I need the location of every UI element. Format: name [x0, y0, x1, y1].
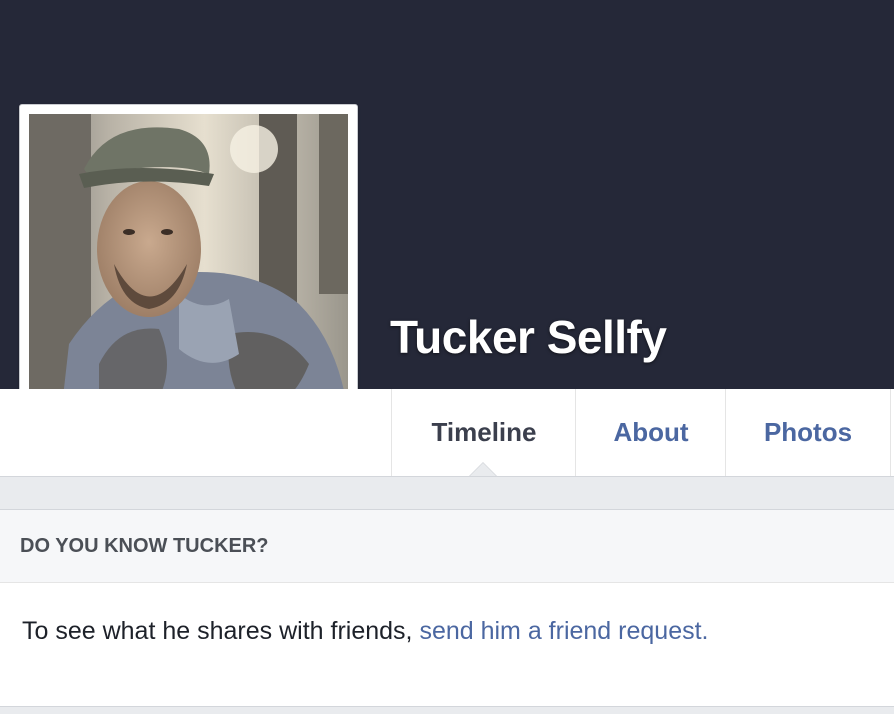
profile-tab-bar: Timeline About Photos: [0, 389, 894, 477]
tab-photos[interactable]: Photos: [725, 389, 891, 476]
active-tab-indicator: [470, 463, 496, 476]
tab-about[interactable]: About: [575, 389, 726, 476]
card-body-text: To see what he shares with friends,: [22, 617, 413, 645]
card-body: To see what he shares with friends, send…: [0, 583, 894, 646]
do-you-know-card: DO YOU KNOW TUCKER? To see what he share…: [0, 509, 894, 707]
profile-photo-image: [29, 114, 348, 433]
profile-name[interactable]: Tucker Sellfy: [390, 310, 667, 364]
card-heading: DO YOU KNOW TUCKER?: [0, 510, 894, 583]
friend-request-link[interactable]: send him a friend request.: [419, 617, 708, 645]
